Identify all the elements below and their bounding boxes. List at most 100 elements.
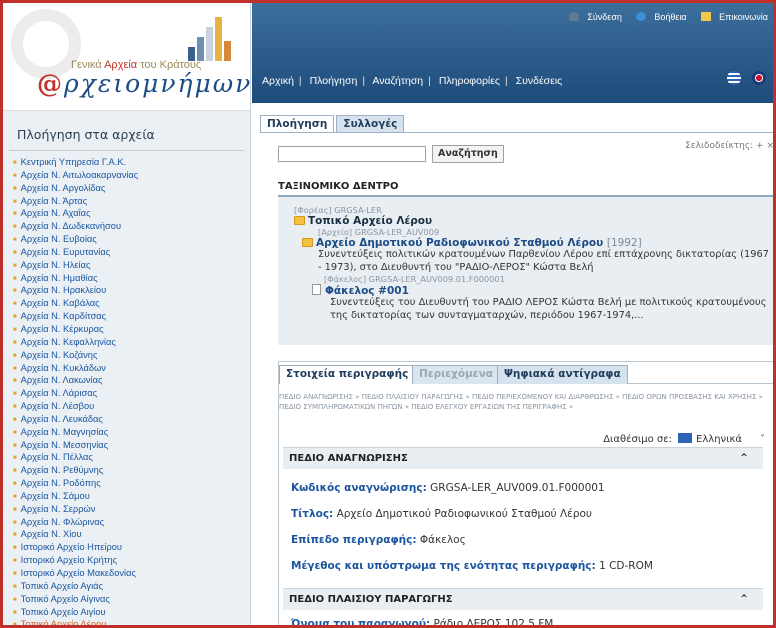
logo-bars-icon <box>188 15 236 61</box>
nav-home[interactable]: Αρχική <box>262 75 294 87</box>
document-icon <box>312 284 321 295</box>
language-selector[interactable]: Διαθέσιμο σε: Ελληνικά ˅ <box>603 433 765 445</box>
archive-link[interactable]: Αρχεία Ν. Αργολίδας <box>13 183 250 196</box>
tab-divider <box>260 132 773 133</box>
contact-link[interactable]: Επικοινωνία <box>695 12 768 22</box>
chevron-up-icon: ⌃ <box>738 451 749 465</box>
archive-list: Κεντρική Υπηρεσία Γ.Α.Κ.Αρχεία Ν. Αιτωλο… <box>3 151 250 625</box>
tab-description[interactable]: Στοιχεία περιγραφής <box>279 365 416 384</box>
uk-flag-icon[interactable] <box>752 71 766 85</box>
archive-link[interactable]: Αρχεία Ν. Ροδόπης <box>13 478 250 491</box>
archive-link[interactable]: Αρχεία Ν. Αιτωλοακαρνανίας <box>13 170 250 183</box>
sidebar-title: Πλοήγηση στα αρχεία <box>9 111 244 151</box>
archive-link[interactable]: Αρχεία Ν. Κυκλάδων <box>13 363 250 376</box>
chevron-down-icon: ˅ <box>760 434 765 445</box>
archive-link[interactable]: Ιστορικό Αρχείο Κρήτης <box>13 555 250 568</box>
archive-link[interactable]: Αρχεία Ν. Κέρκυρας <box>13 324 250 337</box>
archive-link[interactable]: Τοπικό Αρχείο Αίγινας <box>13 594 250 607</box>
field-reference-code: Κωδικός αναγνώρισης: GRGSA-LER_AUV009.01… <box>291 482 605 494</box>
tab-contents[interactable]: Περιεχόμενα <box>412 365 501 384</box>
archive-link[interactable]: Αρχεία Ν. Αχαΐας <box>13 208 250 221</box>
archive-link[interactable]: Αρχεία Ν. Λακωνίας <box>13 375 250 388</box>
header-bar: Σύνδεση Βοήθεια Επικοινωνία Αρχική | Πλοή… <box>252 3 773 103</box>
description-panel: Στοιχεία περιγραφής Περιεχόμενα Ψηφιακά … <box>278 361 773 628</box>
archive-link[interactable]: Αρχεία Ν. Ηλείας <box>13 260 250 273</box>
archive-link[interactable]: Ιστορικό Αρχείο Μακεδονίας <box>13 568 250 581</box>
archive-link[interactable]: Αρχεία Ν. Λέσβου <box>13 401 250 414</box>
archive-link[interactable]: Αρχεία Ν. Σάμου <box>13 491 250 504</box>
tree-node-file[interactable]: Φάκελος #001 <box>312 284 773 297</box>
chevron-up-icon: ⌃ <box>738 592 749 606</box>
page-frame: Γενικά Αρχεία του Κράτους @ρχειομνήμων Π… <box>0 0 776 628</box>
archive-link[interactable]: Αρχεία Ν. Λάρισας <box>13 388 250 401</box>
tab-collections[interactable]: Συλλογές <box>336 115 405 133</box>
section-header-context[interactable]: ΠΕΔΙΟ ΠΛΑΙΣΙΟΥ ΠΑΡΑΓΩΓΗΣ ⌃ <box>283 588 763 610</box>
archive-link[interactable]: Αρχεία Ν. Ηρακλείου <box>13 285 250 298</box>
tree-node-meta: [Αρχείο] GRGSA-LER_AUV009 <box>318 227 440 237</box>
section-breadcrumbs[interactable]: ΠΕΔΙΟ ΑΝΑΓΝΩΡΙΣΗΣ » ΠΕΔΙΟ ΠΛΑΙΣΙΟΥ ΠΑΡΑΓ… <box>279 392 769 412</box>
language-flags <box>719 71 766 88</box>
archive-link[interactable]: Αρχεία Ν. Πέλλας <box>13 452 250 465</box>
archive-link[interactable]: Αρχεία Ν. Φλώρινας <box>13 517 250 530</box>
logo-bar <box>197 37 204 61</box>
nav-search[interactable]: Αναζήτηση <box>372 75 423 87</box>
bookmark-control[interactable]: Σελιδοδείκτης: + × <box>685 141 773 151</box>
tree-node-meta: [Φάκελος] GRGSA-LER_AUV009.01.F000001 <box>324 274 505 284</box>
classification-tree: [Φορέας] GRGSA-LER Τοπικό Αρχείο Λέρου [… <box>278 197 773 345</box>
archive-link[interactable]: Ιστορικό Αρχείο Ηπείρου <box>13 542 250 555</box>
main-nav: Αρχική | Πλοήγηση | Αναζήτηση | Πληροφορίες… <box>262 75 563 87</box>
archive-link[interactable]: Αρχεία Ν. Ρεθύμνης <box>13 465 250 478</box>
nav-links[interactable]: Συνδέσεις <box>516 75 563 87</box>
archive-link[interactable]: Αρχεία Ν. Κεφαλληνίας <box>13 337 250 350</box>
archive-link[interactable]: Αρχεία Ν. Κοζάνης <box>13 350 250 363</box>
main-tabs: Πλοήγηση Συλλογές <box>260 115 406 133</box>
left-column: Γενικά Αρχεία του Κράτους @ρχειομνήμων Π… <box>3 3 251 625</box>
tab-digital-copies[interactable]: Ψηφιακά αντίγραφα <box>497 365 628 384</box>
folder-icon <box>294 216 305 225</box>
archive-link[interactable]: Κεντρική Υπηρεσία Γ.Α.Κ. <box>13 157 250 170</box>
archive-link[interactable]: Αρχεία Ν. Ευβοίας <box>13 234 250 247</box>
tree-node-meta: [Φορέας] GRGSA-LER <box>294 205 382 215</box>
archive-link[interactable]: Αρχεία Ν. Λευκάδας <box>13 414 250 427</box>
archive-link[interactable]: Τοπικό Αρχείο Αγιάς <box>13 581 250 594</box>
help-link[interactable]: Βοήθεια <box>630 12 687 22</box>
archive-link[interactable]: Αρχεία Ν. Δωδεκανήσου <box>13 221 250 234</box>
archive-link[interactable]: Αρχεία Ν. Χίου <box>13 529 250 542</box>
logo-bar <box>224 41 231 61</box>
field-creator-name: Όνομα του παραγωγού: Ράδιο ΛΕΡΟΣ 102,5 F… <box>291 618 554 628</box>
archive-link[interactable]: Αρχεία Ν. Σερρών <box>13 504 250 517</box>
archive-link[interactable]: Αρχεία Ν. Άρτας <box>13 196 250 209</box>
greek-flag-icon[interactable] <box>726 71 741 85</box>
archive-link[interactable]: Αρχεία Ν. Μαγνησίας <box>13 427 250 440</box>
archive-link[interactable]: Αρχεία Ν. Καρδίτσας <box>13 311 250 324</box>
tab-browse[interactable]: Πλοήγηση <box>260 115 335 133</box>
archive-link[interactable]: Αρχεία Ν. Μεσσηνίας <box>13 440 250 453</box>
help-icon <box>636 12 647 21</box>
logo-bar <box>206 27 213 61</box>
nav-browse[interactable]: Πλοήγηση <box>310 75 358 87</box>
archive-link[interactable]: Αρχεία Ν. Ημαθίας <box>13 273 250 286</box>
field-title: Τίτλος: Αρχείο Δημοτικού Ραδιοφωνικού Στ… <box>291 508 592 520</box>
field-extent: Μέγεθος και υπόστρωμα της ενότητας περιγ… <box>291 560 653 572</box>
section-header-identity[interactable]: ΠΕΔΙΟ ΑΝΑΓΝΩΡΙΣΗΣ ⌃ <box>283 447 763 469</box>
tree-node-description: Συνεντεύξεις του Διευθυντή του ΡΑΔΙΟ ΛΕΡ… <box>330 297 767 321</box>
archive-link[interactable]: Τοπικό Αρχείο Αιγίου <box>13 607 250 620</box>
main-content: Πλοήγηση Συλλογές Σελιδοδείκτης: + × Αναζ… <box>252 103 773 628</box>
logo-wordmark: @ρχειομνήμων <box>37 69 250 98</box>
site-logo[interactable]: Γενικά Αρχεία του Κράτους @ρχειομνήμων <box>3 3 250 111</box>
mail-icon <box>701 12 712 21</box>
tree-node-fonds[interactable]: Αρχείο Δημοτικού Ραδιοφωνικού Σταθμού Λέ… <box>302 237 773 249</box>
top-links: Σύνδεση Βοήθεια Επικοινωνία <box>557 12 768 22</box>
tree-node-repository[interactable]: Τοπικό Αρχείο Λέρου <box>294 215 773 227</box>
search-input[interactable] <box>278 146 426 162</box>
archive-link[interactable]: Τοπικό Αρχείο Λέρου <box>13 619 250 625</box>
logo-bar <box>215 17 222 61</box>
tree-title: ΤΑΞΙΝΟΜΙΚΟ ΔΕΝΤΡΟ <box>278 181 773 197</box>
description-tabs: Στοιχεία περιγραφής Περιεχόμενα Ψηφιακά … <box>279 362 773 384</box>
login-link[interactable]: Σύνδεση <box>563 12 622 22</box>
archive-link[interactable]: Αρχεία Ν. Ευρυτανίας <box>13 247 250 260</box>
search-button[interactable]: Αναζήτηση <box>432 145 504 163</box>
archive-link[interactable]: Αρχεία Ν. Καβάλας <box>13 298 250 311</box>
nav-info[interactable]: Πληροφορίες <box>439 75 500 87</box>
greek-flag-icon <box>678 433 693 443</box>
